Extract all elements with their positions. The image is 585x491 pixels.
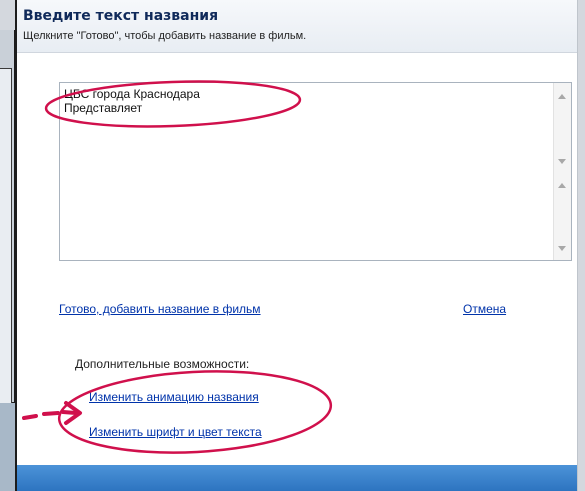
scroll-down-arrow-icon[interactable] xyxy=(558,159,566,164)
title-text-line-1: ЦБС города Краснодара xyxy=(64,87,200,101)
scroll-down-arrow-icon[interactable] xyxy=(558,246,566,251)
background-window-edge xyxy=(0,30,15,428)
background-window-pane xyxy=(0,68,12,428)
title-text-line-2: Представляет xyxy=(64,101,143,115)
scrollbar-upper[interactable] xyxy=(553,83,571,173)
change-font-color-link[interactable]: Изменить шрифт и цвет текста xyxy=(89,425,262,439)
page-title: Введите текст названия xyxy=(23,8,219,24)
panel-header: Введите текст названия Щелкните "Готово"… xyxy=(17,0,577,53)
scroll-up-arrow-icon[interactable] xyxy=(558,183,566,188)
title-text-panel: Введите текст названия Щелкните "Готово"… xyxy=(15,0,578,491)
cancel-link[interactable]: Отмена xyxy=(463,302,506,316)
title-textbox-upper[interactable]: ЦБС города Краснодара Представляет xyxy=(59,82,572,174)
title-textbox-lower[interactable] xyxy=(59,172,572,261)
title-text-content[interactable]: ЦБС города Краснодара Представляет xyxy=(64,87,200,115)
scroll-up-arrow-icon[interactable] xyxy=(558,94,566,99)
done-add-title-link[interactable]: Готово, добавить название в фильм xyxy=(59,302,261,316)
page-instruction: Щелкните "Готово", чтобы добавить назван… xyxy=(23,30,307,42)
more-options-label: Дополнительные возможности: xyxy=(75,357,250,371)
scrollbar-lower[interactable] xyxy=(553,172,571,260)
background-window-strip xyxy=(0,403,16,491)
bottom-status-bar xyxy=(17,465,577,491)
change-animation-link[interactable]: Изменить анимацию названия xyxy=(89,390,259,404)
